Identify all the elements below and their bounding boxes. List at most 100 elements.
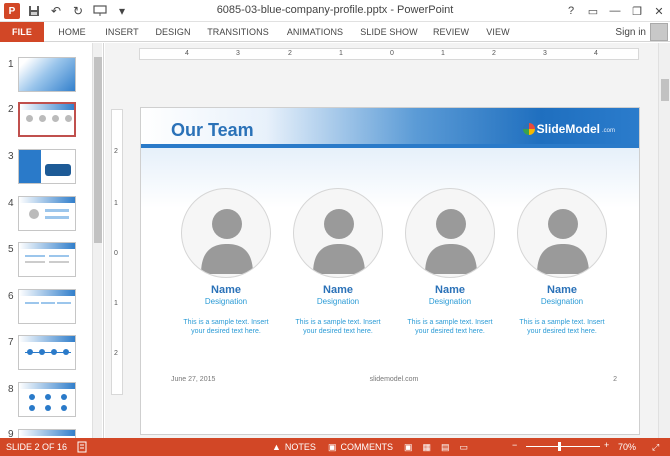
tab-insert[interactable]: INSERT <box>100 22 144 42</box>
tab-slide-show[interactable]: SLIDE SHOW <box>356 22 422 42</box>
zoom-in-icon[interactable]: + <box>604 440 609 450</box>
member-name[interactable]: Name <box>514 284 610 296</box>
slide-thumbnail-5[interactable] <box>18 242 76 277</box>
fit-slide-icon[interactable]: ⤢ <box>652 438 659 456</box>
notes-button[interactable]: ▲ NOTES <box>272 438 316 456</box>
footer-slide-number[interactable]: 2 <box>613 376 617 383</box>
slide-sorter-icon[interactable]: ▦ <box>423 442 432 453</box>
powerpoint-icon[interactable]: P <box>4 3 20 19</box>
slide-canvas[interactable]: Our Team SlideModel .com Name Designatio… <box>140 107 640 435</box>
logo-text: SlideModel <box>536 122 600 136</box>
slide-show-icon[interactable]: ▭ <box>460 442 469 453</box>
ruler-label: 1 <box>339 50 343 57</box>
ruler-label: 1 <box>114 200 118 207</box>
minimize-icon[interactable]: — <box>604 0 626 22</box>
ribbon-display-icon[interactable]: ▭ <box>582 0 604 22</box>
customize-icon[interactable]: ▾ <box>114 3 130 19</box>
zoom-percent[interactable]: 70% <box>618 438 636 456</box>
tab-animations[interactable]: ANIMATIONS <box>280 22 350 42</box>
scrollbar-thumb[interactable] <box>661 79 669 101</box>
present-icon[interactable] <box>92 3 108 19</box>
help-icon[interactable]: ? <box>560 0 582 22</box>
undo-icon[interactable]: ↶ <box>48 3 64 19</box>
editor-scrollbar[interactable] <box>658 43 670 438</box>
ruler-label: 1 <box>441 50 445 57</box>
slide-thumbnail-6[interactable] <box>18 289 76 324</box>
logo-mark-icon <box>522 123 535 135</box>
slide-thumbnail-2[interactable] <box>18 102 76 137</box>
member-name[interactable]: Name <box>290 284 386 296</box>
spelling-icon[interactable] <box>76 438 88 456</box>
slide-thumbnail-8[interactable] <box>18 382 76 417</box>
close-icon[interactable]: ✕ <box>648 0 670 22</box>
zoom-out-icon[interactable]: − <box>512 440 517 450</box>
normal-view-icon[interactable]: ▣ <box>404 442 413 453</box>
tab-home[interactable]: HOME <box>52 22 92 42</box>
thumbnail-number: 2 <box>8 104 14 115</box>
quick-access-toolbar: P ↶ ↻ ▾ <box>4 2 130 20</box>
team-member-2[interactable]: Name Designation This is a sample text. … <box>290 188 386 336</box>
ribbon-tabs: FILE HOME INSERT DESIGN TRANSITIONS ANIM… <box>0 22 670 42</box>
person-placeholder-icon[interactable] <box>293 188 383 278</box>
ruler-label: 4 <box>594 50 598 57</box>
member-description[interactable]: This is a sample text. Insert your desir… <box>514 318 610 336</box>
tab-design[interactable]: DESIGN <box>150 22 196 42</box>
member-name[interactable]: Name <box>178 284 274 296</box>
person-placeholder-icon[interactable] <box>181 188 271 278</box>
slide-thumbnail-1[interactable] <box>18 57 76 92</box>
member-description[interactable]: This is a sample text. Insert your desir… <box>178 318 274 336</box>
comments-label: COMMENTS <box>340 442 394 452</box>
member-description[interactable]: This is a sample text. Insert your desir… <box>290 318 386 336</box>
member-name[interactable]: Name <box>402 284 498 296</box>
slidemodel-logo: SlideModel .com <box>522 122 615 136</box>
sign-in-link[interactable]: Sign in <box>615 22 646 42</box>
member-designation[interactable]: Designation <box>514 297 610 306</box>
zoom-slider[interactable]: − + <box>512 438 612 456</box>
powerpoint-window: P ↶ ↻ ▾ 6085-03-blue-company-profile.ppt… <box>0 0 670 456</box>
slide-editor: 4 3 2 1 0 1 2 3 4 2 1 0 1 2 Our Team Sli… <box>105 43 670 438</box>
logo-sub: .com <box>601 128 615 134</box>
redo-icon[interactable]: ↻ <box>70 3 86 19</box>
slide-thumbnail-9[interactable] <box>18 429 76 438</box>
tab-view[interactable]: VIEW <box>480 22 516 42</box>
avatar[interactable] <box>650 23 668 41</box>
ruler-label: 2 <box>288 50 292 57</box>
slide-thumbnail-3[interactable] <box>18 149 76 184</box>
comments-button[interactable]: ▣ COMMENTS <box>328 438 393 456</box>
ruler-label: 0 <box>114 250 118 257</box>
slide-thumbnail-7[interactable] <box>18 335 76 370</box>
slide-thumbnail-4[interactable] <box>18 196 76 231</box>
person-placeholder-icon[interactable] <box>517 188 607 278</box>
vertical-ruler: 2 1 0 1 2 <box>111 109 123 395</box>
save-icon[interactable] <box>26 3 42 19</box>
scrollbar-thumb[interactable] <box>94 57 102 243</box>
member-designation[interactable]: Designation <box>402 297 498 306</box>
thumbnail-number: 4 <box>8 198 14 209</box>
ruler-label: 2 <box>492 50 496 57</box>
window-controls: ? ▭ — ❐ ✕ <box>560 0 670 22</box>
zoom-track[interactable] <box>526 446 600 447</box>
team-member-1[interactable]: Name Designation This is a sample text. … <box>178 188 274 336</box>
tab-review[interactable]: REVIEW <box>428 22 474 42</box>
reading-view-icon[interactable]: ▤ <box>441 442 450 453</box>
footer-site[interactable]: slidemodel.com <box>171 376 617 383</box>
member-designation[interactable]: Designation <box>178 297 274 306</box>
slide-thumbnail-pane[interactable]: 1 2 3 4 5 6 7 8 9 <box>0 43 104 438</box>
person-placeholder-icon[interactable] <box>405 188 495 278</box>
team-member-3[interactable]: Name Designation This is a sample text. … <box>402 188 498 336</box>
thumbnail-scrollbar[interactable] <box>92 43 102 438</box>
ruler-label: 2 <box>114 148 118 155</box>
tab-transitions[interactable]: TRANSITIONS <box>202 22 274 42</box>
member-designation[interactable]: Designation <box>290 297 386 306</box>
status-bar: SLIDE 2 OF 16 ▲ NOTES ▣ COMMENTS ▣ ▦ ▤ ▭… <box>0 438 670 456</box>
restore-icon[interactable]: ❐ <box>626 0 648 22</box>
notes-icon: ▲ <box>272 442 281 452</box>
thumbnail-number: 5 <box>8 244 14 255</box>
member-description[interactable]: This is a sample text. Insert your desir… <box>402 318 498 336</box>
tab-file[interactable]: FILE <box>0 22 44 42</box>
ruler-label: 2 <box>114 350 118 357</box>
slide-title[interactable]: Our Team <box>171 120 254 141</box>
team-member-4[interactable]: Name Designation This is a sample text. … <box>514 188 610 336</box>
ruler-label: 0 <box>390 50 394 57</box>
zoom-knob[interactable] <box>558 442 562 451</box>
